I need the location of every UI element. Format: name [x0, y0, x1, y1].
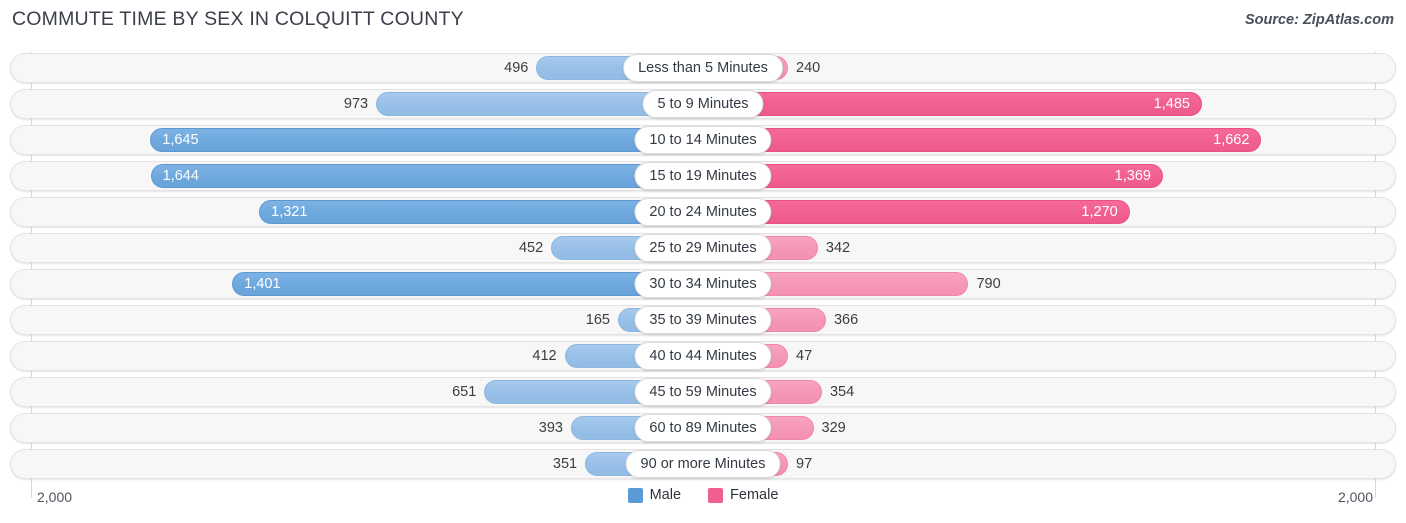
chart-row: 452 342 25 to 29 Minutes: [10, 233, 1396, 263]
legend-swatch-male-icon: [627, 487, 643, 503]
category-label-pill[interactable]: 15 to 19 Minutes: [634, 162, 772, 190]
chart-row: 1,645 1,662 10 to 14 Minutes: [10, 125, 1396, 155]
diverging-bar-chart: 496 240 Less than 5 Minutes 973 1,485 5 to 9 …: [0, 52, 1406, 498]
chart-row: 1,401 790 30 to 34 Minutes: [10, 269, 1396, 299]
legend-label-female: Female: [730, 487, 779, 503]
chart-row: 496 240 Less than 5 Minutes: [10, 53, 1396, 83]
bar-value-female: 1,662: [1213, 132, 1250, 148]
bar-value-female: 97: [796, 456, 813, 472]
bar-value-male: 973: [343, 96, 369, 112]
category-label-pill[interactable]: 5 to 9 Minutes: [642, 90, 764, 118]
source-attribution: Source: ZipAtlas.com: [1244, 12, 1394, 28]
bar-value-female: 1,485: [1153, 96, 1190, 112]
category-label-pill[interactable]: 10 to 14 Minutes: [634, 126, 772, 154]
bar-value-male: 1,401: [244, 276, 281, 292]
bar-value-male: 393: [538, 420, 563, 436]
bar-value-male: 452: [518, 240, 544, 256]
bar-value-male: 1,644: [162, 168, 199, 184]
bar-value-female: 1,270: [1081, 204, 1118, 220]
bar-female[interactable]: [703, 92, 1202, 116]
bar-value-male: 1,645: [162, 132, 199, 148]
category-label-pill[interactable]: 20 to 24 Minutes: [634, 198, 772, 226]
bar-value-male: 651: [452, 384, 477, 400]
category-label-pill[interactable]: 45 to 59 Minutes: [634, 378, 772, 406]
bar-value-female: 1,369: [1114, 168, 1151, 184]
bar-value-female: 47: [796, 348, 813, 364]
bar-female[interactable]: [703, 164, 1163, 188]
legend-label-male: Male: [649, 487, 682, 503]
bar-value-male: 165: [585, 312, 610, 328]
legend-item-female[interactable]: Female: [708, 487, 778, 503]
category-label-pill[interactable]: 90 or more Minutes: [625, 450, 781, 478]
legend-swatch-female-icon: [708, 487, 724, 503]
chart-row: 351 97 90 or more Minutes: [10, 449, 1396, 479]
chart-row: 651 354 45 to 59 Minutes: [10, 377, 1396, 407]
bar-value-female: 329: [821, 420, 846, 436]
bar-value-female: 342: [825, 240, 851, 256]
category-label-pill[interactable]: Less than 5 Minutes: [623, 54, 783, 82]
chart-row: 1,644 1,369 15 to 19 Minutes: [10, 161, 1396, 191]
category-label-pill[interactable]: 60 to 89 Minutes: [634, 414, 772, 442]
bar-value-male: 1,321: [271, 204, 308, 220]
chart-row: 412 47 40 to 44 Minutes: [10, 341, 1396, 371]
bar-female[interactable]: [703, 128, 1262, 152]
category-label-pill[interactable]: 40 to 44 Minutes: [634, 342, 772, 370]
bar-male[interactable]: [150, 164, 703, 188]
bar-male[interactable]: [232, 272, 703, 296]
bar-value-male: 351: [552, 456, 578, 472]
category-label-pill[interactable]: 25 to 29 Minutes: [634, 234, 772, 262]
chart-row: 973 1,485 5 to 9 Minutes: [10, 89, 1396, 119]
bar-value-female: 240: [796, 60, 821, 76]
bar-male[interactable]: [150, 128, 703, 152]
chart-legend: Male Female: [0, 487, 1406, 503]
chart-row: 393 329 60 to 89 Minutes: [10, 413, 1396, 443]
page-title: COMMUTE TIME BY SEX IN COLQUITT COUNTY: [12, 8, 464, 30]
chart-row: 1,321 1,270 20 to 24 Minutes: [10, 197, 1396, 227]
bar-value-female: 790: [976, 276, 1001, 292]
chart-row: 165 366 35 to 39 Minutes: [10, 305, 1396, 335]
bar-value-male: 496: [504, 60, 529, 76]
category-label-pill[interactable]: 30 to 34 Minutes: [634, 270, 772, 298]
category-label-pill[interactable]: 35 to 39 Minutes: [634, 306, 772, 334]
bar-value-male: 412: [532, 348, 557, 364]
bar-value-female: 354: [829, 384, 855, 400]
legend-item-male[interactable]: Male: [627, 487, 682, 503]
bar-value-female: 366: [833, 312, 859, 328]
